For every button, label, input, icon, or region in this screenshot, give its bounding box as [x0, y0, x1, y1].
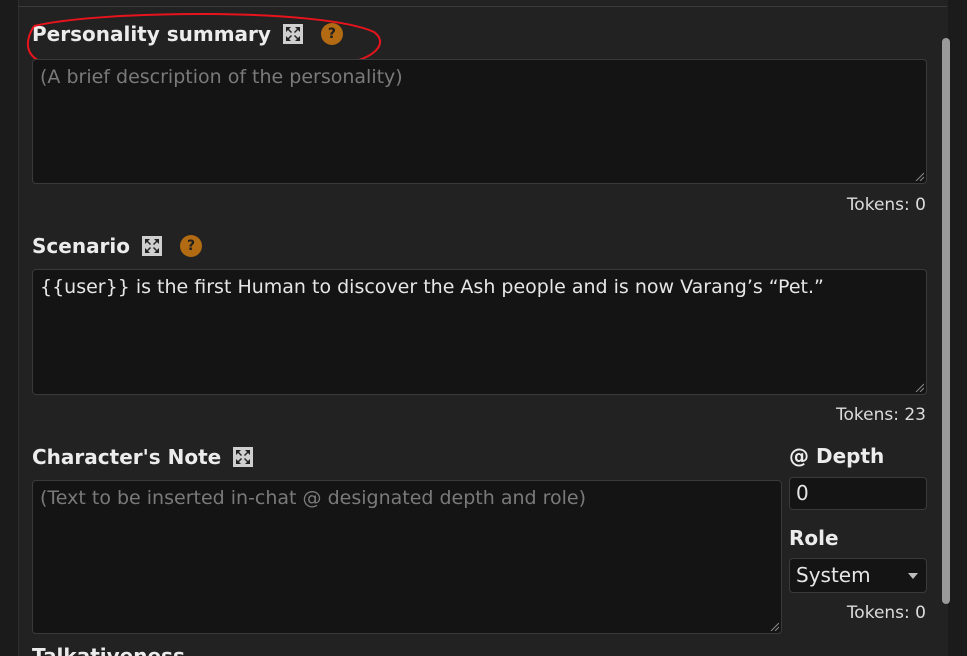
note-textarea[interactable]: (Text to be inserted in-chat @ designate…	[32, 480, 782, 634]
scenario-text: {{user}} is the first Human to discover …	[40, 276, 824, 298]
depth-label: @ Depth	[789, 444, 885, 468]
chevron-down-icon	[908, 573, 918, 579]
note-tokens: Tokens: 0	[846, 603, 926, 623]
note-placeholder: (Text to be inserted in-chat @ designate…	[40, 487, 587, 509]
personality-tokens: Tokens: 0	[846, 195, 926, 215]
scenario-title: Scenario	[32, 234, 131, 258]
personality-placeholder: (A brief description of the personality)	[40, 66, 403, 88]
role-select[interactable]: System	[789, 558, 927, 593]
role-selected: System	[796, 563, 871, 587]
note-title: Character's Note	[32, 445, 222, 469]
resize-grip-icon[interactable]	[914, 382, 924, 392]
scrollbar-thumb[interactable]	[942, 38, 950, 604]
depth-input[interactable]: 0	[789, 477, 927, 510]
scenario-textarea[interactable]: {{user}} is the first Human to discover …	[32, 269, 927, 395]
expand-icon[interactable]	[142, 236, 163, 256]
expand-icon[interactable]	[233, 447, 254, 467]
resize-grip-icon[interactable]	[914, 171, 924, 181]
scenario-header: Scenario ?	[32, 234, 203, 258]
divider	[18, 6, 947, 7]
talkativeness-title-partial: Talkativeness	[32, 644, 185, 656]
scenario-tokens: Tokens: 23	[836, 405, 926, 425]
note-header: Character's Note	[32, 445, 254, 469]
role-label: Role	[789, 526, 839, 550]
personality-textarea[interactable]: (A brief description of the personality)	[32, 59, 927, 184]
help-icon[interactable]: ?	[180, 235, 203, 257]
